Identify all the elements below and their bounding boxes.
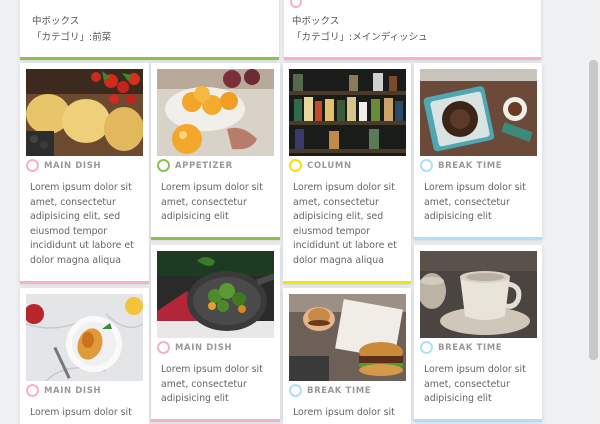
article-card[interactable]: MAIN DISH Lorem ipsum dolor sit amet, co…: [20, 63, 149, 284]
category-ring-icon: [290, 0, 302, 8]
article-image-burger: [289, 294, 406, 381]
category-label[interactable]: MAIN DISH: [157, 341, 232, 354]
category-accent-bar: [283, 281, 411, 284]
category-name: BREAK TIME: [438, 160, 503, 171]
scrollbar[interactable]: [587, 0, 600, 424]
article-excerpt: Lorem ipsum dolor sit amet, consectetur …: [293, 182, 397, 266]
scrollbar-thumb[interactable]: [589, 60, 598, 360]
category-name: MAIN DISH: [44, 160, 102, 171]
article-excerpt: Lorem ipsum dolor sit: [293, 407, 395, 418]
category-label[interactable]: APPETIZER: [157, 159, 233, 172]
category-accent-bar: [284, 57, 541, 60]
category-name: APPETIZER: [175, 160, 233, 171]
top-card-main-dish[interactable]: 中ボックス 「カテゴリ」:メインディッシュ: [284, 0, 541, 60]
article-excerpt: Lorem ipsum dolor sit amet, consectetur …: [30, 182, 134, 266]
article-excerpt: Lorem ipsum dolor sit: [30, 407, 132, 418]
category-label[interactable]: BREAK TIME: [420, 341, 502, 354]
category-name: COLUMN: [307, 160, 352, 171]
category-name: MAIN DISH: [175, 342, 233, 353]
article-excerpt: Lorem ipsum dolor sit amet, consectetur …: [424, 182, 526, 223]
category-ring-icon: [26, 384, 39, 397]
article-card[interactable]: MAIN DISH Lorem ipsum dolor sit amet, co…: [151, 245, 280, 422]
article-card[interactable]: MAIN DISH Lorem ipsum dolor sit: [20, 288, 149, 424]
category-ring-icon: [289, 159, 302, 172]
article-card[interactable]: BREAK TIME Lorem ipsum dolor sit: [283, 288, 411, 424]
category-ring-icon: [26, 159, 39, 172]
category-ring-icon: [420, 159, 433, 172]
category-ring-icon: [157, 159, 170, 172]
top-card-line2: 「カテゴリ」:メインディッシュ: [292, 32, 428, 43]
category-accent-bar: [414, 237, 542, 240]
article-card[interactable]: BREAK TIME Lorem ipsum dolor sit amet, c…: [414, 245, 542, 422]
category-label[interactable]: BREAK TIME: [289, 384, 371, 397]
category-ring-icon: [157, 341, 170, 354]
article-image-fruit: [157, 69, 274, 156]
category-label[interactable]: MAIN DISH: [26, 384, 101, 397]
category-label[interactable]: COLUMN: [289, 159, 352, 172]
article-image-coffee-top: [420, 69, 537, 156]
category-accent-bar: [151, 237, 280, 240]
category-label[interactable]: MAIN DISH: [26, 159, 101, 172]
category-ring-icon: [420, 341, 433, 354]
category-accent-bar: [20, 57, 279, 60]
top-card-appetizer[interactable]: 中ボックス 「カテゴリ」:前菜: [20, 0, 279, 60]
article-image-plate: [26, 294, 143, 381]
article-image-pasta: [26, 69, 143, 156]
article-image-shelf: [289, 69, 406, 156]
top-card-line1: 中ボックス: [32, 16, 80, 27]
category-accent-bar: [20, 281, 149, 284]
article-card[interactable]: COLUMN Lorem ipsum dolor sit amet, conse…: [283, 63, 411, 284]
category-accent-bar: [151, 419, 280, 422]
category-name: BREAK TIME: [307, 385, 372, 396]
category-accent-bar: [414, 419, 542, 422]
top-card-line1: 中ボックス: [292, 16, 340, 27]
category-ring-icon: [289, 384, 302, 397]
category-name: BREAK TIME: [438, 342, 503, 353]
article-excerpt: Lorem ipsum dolor sit amet, consectetur …: [161, 364, 263, 405]
top-card-line2: 「カテゴリ」:前菜: [32, 32, 112, 43]
article-image-pan: [157, 251, 274, 338]
article-card[interactable]: BREAK TIME Lorem ipsum dolor sit amet, c…: [414, 63, 542, 240]
article-image-cup: [420, 251, 537, 338]
category-name: MAIN DISH: [44, 385, 102, 396]
category-label[interactable]: BREAK TIME: [420, 159, 502, 172]
article-excerpt: Lorem ipsum dolor sit amet, consectetur …: [161, 182, 263, 223]
article-excerpt: Lorem ipsum dolor sit amet, consectetur …: [424, 364, 526, 405]
article-card[interactable]: APPETIZER Lorem ipsum dolor sit amet, co…: [151, 63, 280, 240]
